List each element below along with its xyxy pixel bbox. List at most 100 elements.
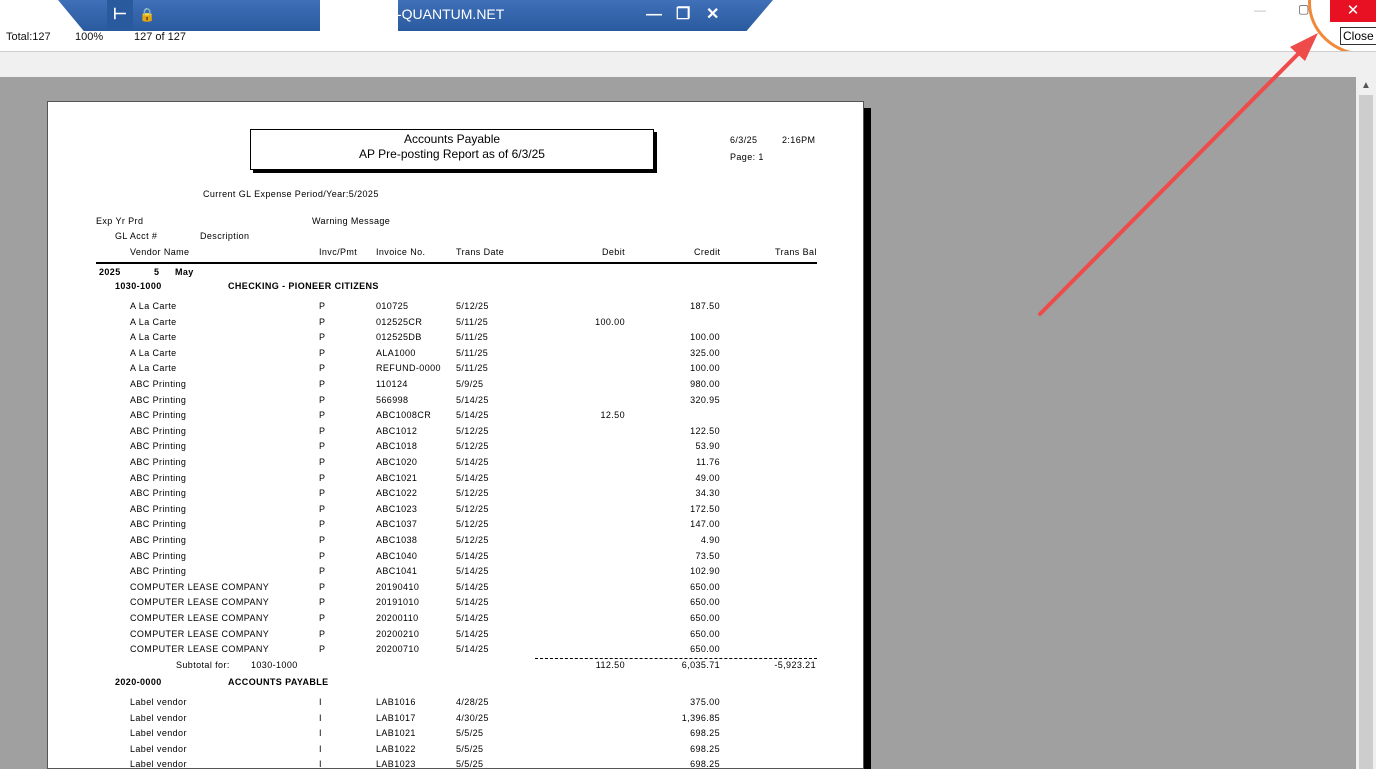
debit-amount: 12.50 [600,410,625,421]
invc-pmt-type: I [319,728,322,739]
status-bar: Total:127 100% 127 of 127 [0,30,1376,50]
vendor-name: ABC Printing [130,535,187,545]
vendor-name: A La Carte [130,332,177,343]
vendor-name: A La Carte [130,316,177,327]
remote-minimize-button[interactable]: — [646,0,662,30]
invoice-number: ABC1038 [376,535,418,545]
invoice-number: 010725 [376,301,409,311]
scroll-up-icon[interactable]: ▲ [1361,80,1371,91]
credit-amount: 4.90 [700,535,720,545]
vendor-name: Label vendor [130,743,187,754]
trans-date: 5/11/25 [456,332,489,343]
credit-amount: 650.00 [690,597,720,608]
report-page: Accounts Payable AP Pre-posting Report a… [47,101,864,769]
trans-date: 5/12/25 [456,519,489,530]
invoice-number: ABC1020 [376,457,418,467]
lock-icon[interactable]: 🔒 [139,4,155,26]
invoice-number: 566998 [376,394,409,405]
invc-pmt-type: P [319,566,326,577]
trans-date: 5/14/25 [456,581,489,592]
credit-amount: 650.00 [690,644,720,655]
vendor-name: A La Carte [130,347,177,358]
invoice-number: LAB1017 [376,712,416,723]
vendor-name: A La Carte [130,363,177,374]
header-gl-acct: GL Acct # [115,231,158,241]
remote-restore-button[interactable]: ❐ [676,0,690,30]
invoice-number: 20190410 [376,581,420,592]
invoice-number: ABC1008CR [376,410,432,421]
invoice-number: 20200210 [376,628,420,639]
trans-date: 5/12/25 [456,503,489,514]
period-month: May [175,267,194,277]
header-debit: Debit [602,247,626,257]
pin-icon[interactable]: ⊢ [107,0,133,30]
credit-amount: 650.00 [690,581,720,592]
invoice-number: 012525CR [376,316,423,327]
trans-date: 5/11/25 [456,363,489,374]
trans-date: 5/12/25 [456,535,489,545]
header-credit: Credit [694,247,721,257]
invoice-number: LAB1022 [376,743,416,754]
vertical-scrollbar[interactable]: ▲ [1356,77,1376,769]
vendor-name: A La Carte [130,301,177,311]
trans-date: 5/14/25 [456,597,489,608]
trans-date: 5/11/25 [456,316,489,327]
invoice-number: LAB1016 [376,697,416,707]
subtotal-account: 1030-1000 [251,660,298,670]
vendor-name: ABC Printing [130,550,187,561]
trans-date: 5/5/25 [456,728,484,739]
trans-date: 5/14/25 [456,457,489,467]
header-vendor: Vendor Name [130,247,190,257]
header-trans-date: Trans Date [456,247,505,257]
scrollbar-thumb[interactable] [1359,95,1373,769]
header-rule [96,262,817,264]
credit-amount: 325.00 [690,347,720,358]
maximize-button[interactable]: ▢ [1298,2,1310,16]
invoice-number: 110124 [376,379,408,389]
trans-date: 5/12/25 [456,441,489,452]
trans-date: 5/14/25 [456,566,489,577]
vendor-name: ABC Printing [130,441,187,452]
trans-date: 5/14/25 [456,550,489,561]
vendor-name: COMPUTER LEASE COMPANY [130,628,270,639]
vendor-name: ABC Printing [130,410,187,421]
period-year: 2025 [99,267,121,277]
invc-pmt-type: P [319,457,326,467]
credit-amount: 34.30 [695,488,720,499]
subtotal-balance: -5,923.21 [774,660,816,670]
invoice-number: ABC1022 [376,488,418,499]
credit-amount: 11.76 [696,457,720,467]
invoice-number: ABC1012 [376,425,418,436]
group-account: 2020-0000 [115,677,162,687]
invc-pmt-type: P [319,550,326,561]
trans-date: 5/12/25 [456,301,489,311]
page-indicator: 127 of 127 [134,31,186,43]
credit-amount: 375.00 [690,697,720,707]
invoice-number: ABC1023 [376,503,418,514]
credit-amount: 102.90 [690,566,720,577]
credit-amount: 100.00 [690,332,720,343]
vendor-name: ABC Printing [130,566,187,577]
debit-amount: 100.00 [595,316,625,327]
remote-close-button[interactable]: ✕ [706,0,719,30]
gl-period: Current GL Expense Period/Year:5/2025 [203,189,379,199]
close-button[interactable]: ✕ [1330,0,1376,22]
invoice-number: ALA1000 [376,347,416,358]
toolbar [0,51,1376,78]
report-page-number: Page: 1 [730,152,764,162]
trans-date: 5/11/25 [456,347,489,358]
invc-pmt-type: P [319,472,326,483]
vendor-name: ABC Printing [130,425,187,436]
invc-pmt-type: I [319,697,322,707]
invc-pmt-type: P [319,613,326,623]
vendor-name: ABC Printing [130,519,187,530]
minimize-button[interactable]: — [1254,3,1268,17]
invc-pmt-type: P [319,332,326,343]
vendor-name: Label vendor [130,697,187,707]
invc-pmt-type: P [319,488,326,499]
invc-pmt-type: I [319,759,322,769]
subtotal-credit: 6,035.71 [681,660,720,670]
trans-date: 4/28/25 [456,697,489,707]
invoice-number: ABC1018 [376,441,418,452]
header-description: Description [200,231,250,241]
